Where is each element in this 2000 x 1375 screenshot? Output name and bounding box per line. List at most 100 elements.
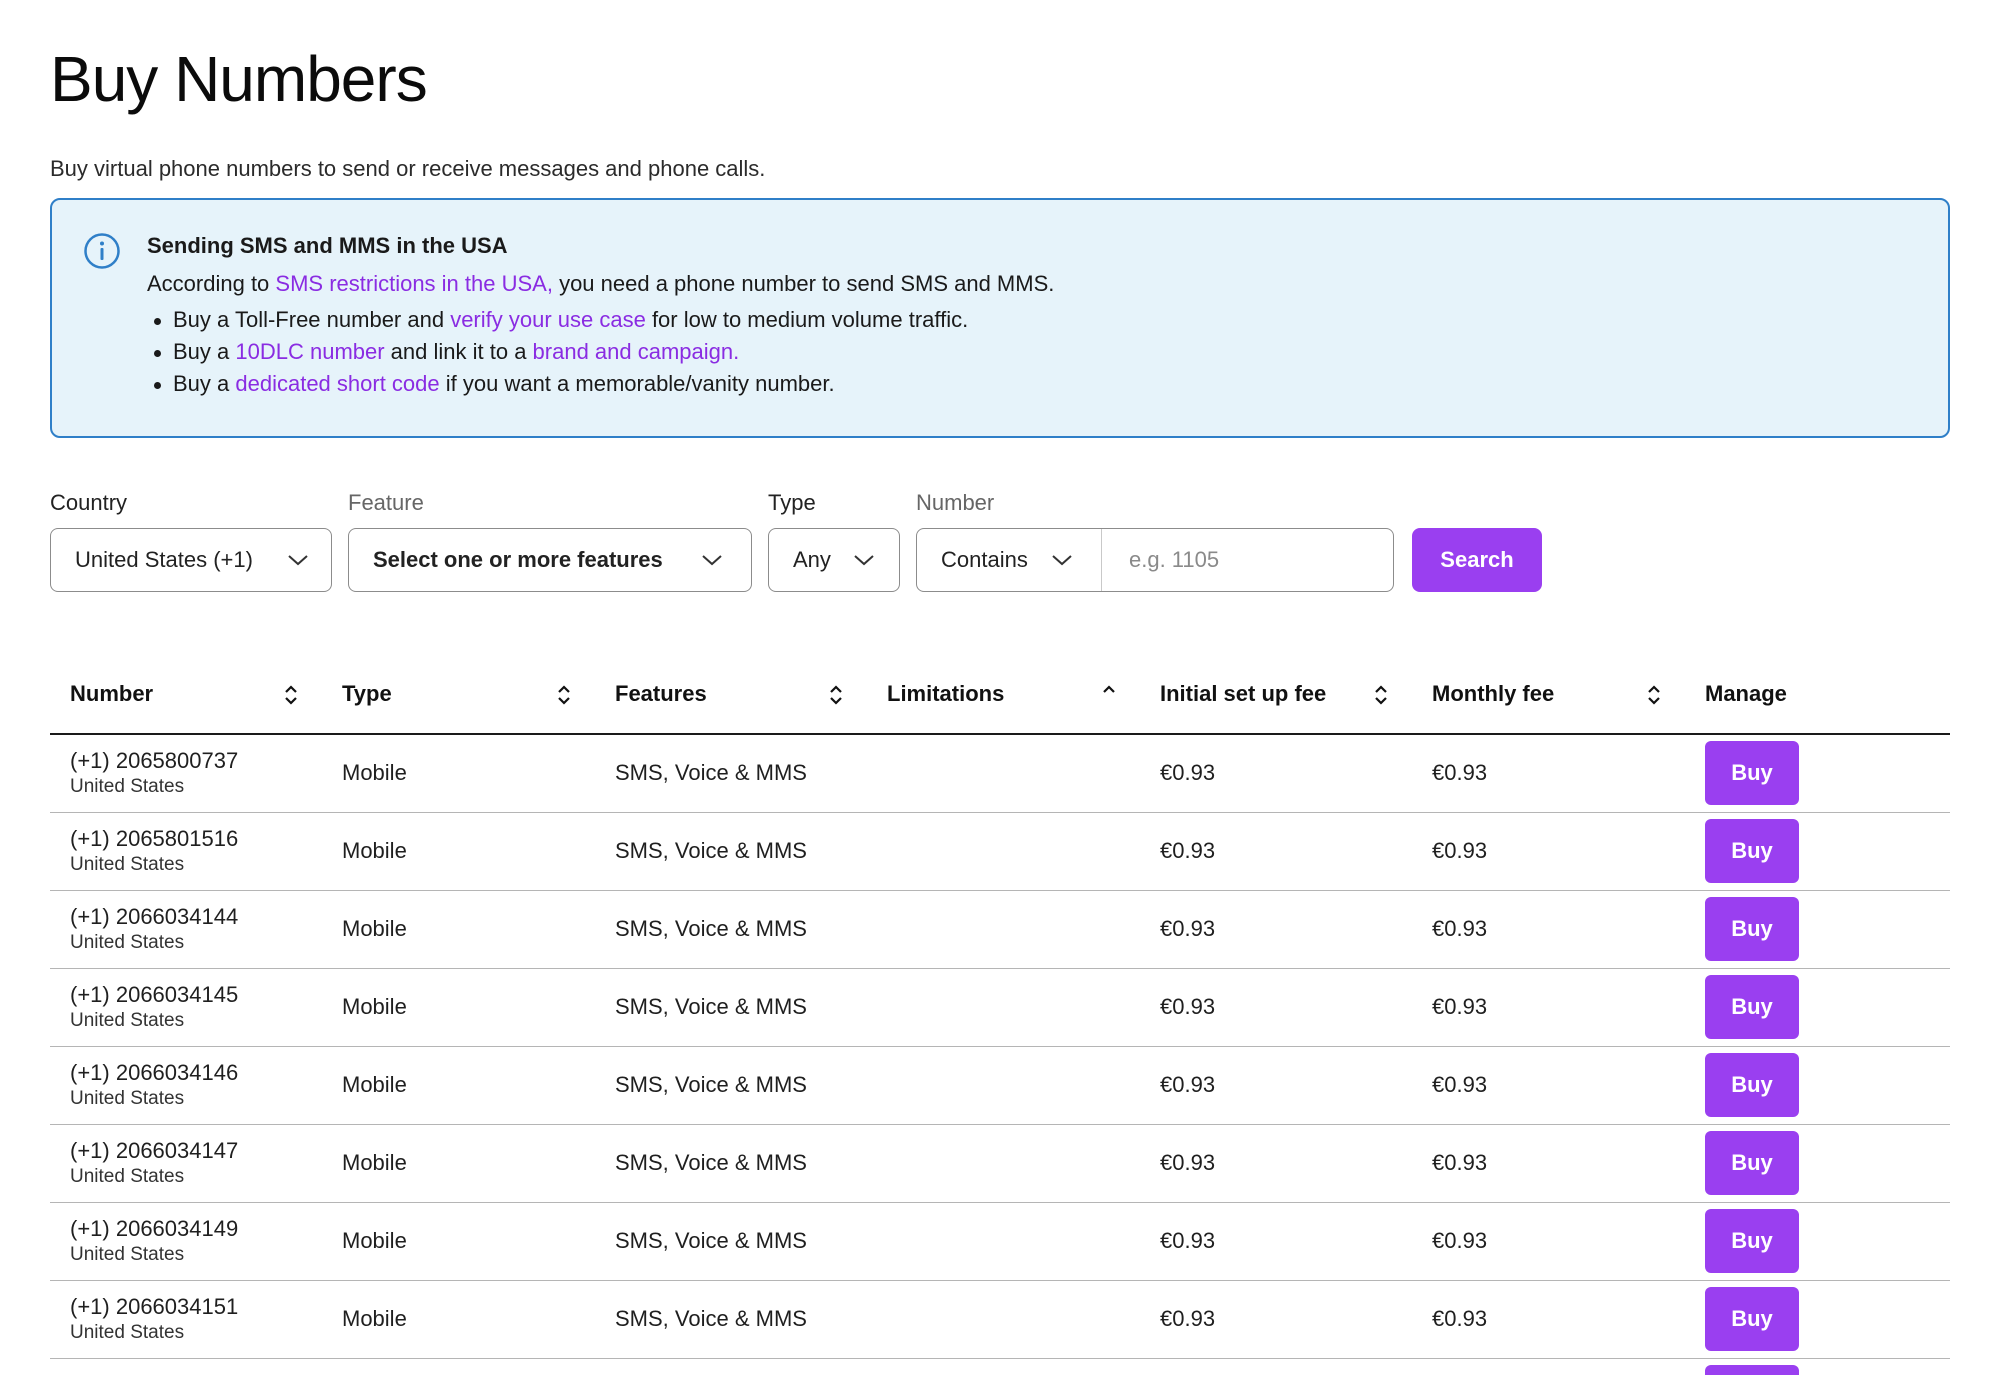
number-filter: Contains <box>916 528 1394 592</box>
column-header-limitations[interactable]: Limitations <box>867 655 1140 735</box>
cell-manage: Buy <box>1685 968 1950 1047</box>
alert-intro-text-end: you need a phone number to send SMS and … <box>552 271 1055 296</box>
sort-icon <box>830 685 842 705</box>
number-country: United States <box>70 854 185 875</box>
alert-bullet-10dlc: Buy a 10DLC number and link it to a bran… <box>147 336 1054 368</box>
alert-intro: According to SMS restrictions in the USA… <box>147 268 1054 300</box>
phone-number: (+1) 2066034153 <box>70 1371 322 1375</box>
cell-features: SMS, Voice & MMS <box>595 1124 867 1203</box>
country-select-value: United States (+1) <box>75 547 253 572</box>
header-label: Features <box>615 681 707 706</box>
cell-setup-fee: €0.93 <box>1140 1202 1412 1281</box>
feature-select-value: Select one or more features <box>373 547 663 572</box>
buy-button[interactable]: Buy <box>1705 1365 1799 1375</box>
alert-bullet-short-code: Buy a dedicated short code if you want a… <box>147 368 1054 400</box>
cell-limitations <box>867 812 1140 891</box>
cell-features: SMS, Voice & MMS <box>595 1202 867 1281</box>
sms-restrictions-link[interactable]: SMS restrictions in the USA, <box>275 271 553 296</box>
buy-button[interactable]: Buy <box>1705 975 1799 1039</box>
cell-features: SMS, Voice & MMS <box>595 968 867 1047</box>
number-search-input[interactable] <box>1103 529 1393 591</box>
sort-icon <box>558 685 570 705</box>
column-header-setup-fee[interactable]: Initial set up fee <box>1140 655 1412 735</box>
type-select[interactable]: Any <box>768 528 900 592</box>
phone-number: (+1) 2066034151 <box>70 1294 239 1319</box>
chevron-down-icon <box>702 555 722 566</box>
table-row: (+1) 2066034145 United States Mobile SMS, V… <box>50 968 1950 1047</box>
feature-select[interactable]: Select one or more features <box>348 528 752 592</box>
buy-button[interactable]: Buy <box>1705 1131 1799 1195</box>
column-header-number[interactable]: Number <box>50 655 322 735</box>
buy-button[interactable]: Buy <box>1705 897 1799 961</box>
cell-setup-fee: €0.93 <box>1140 1124 1412 1203</box>
phone-number: (+1) 2066034146 <box>70 1060 239 1085</box>
buy-button[interactable]: Buy <box>1705 741 1799 806</box>
cell-features: SMS, Voice & MMS <box>595 1358 867 1375</box>
cell-type: Mobile <box>322 890 595 969</box>
alert-body: Sending SMS and MMS in the USA According… <box>147 230 1054 400</box>
country-select[interactable]: United States (+1) <box>50 528 332 592</box>
buy-button[interactable]: Buy <box>1705 1287 1799 1351</box>
cell-type: Mobile <box>322 1280 595 1359</box>
phone-number: (+1) 2066034144 <box>70 904 239 929</box>
cell-limitations <box>867 1124 1140 1203</box>
table-row: (+1) 2066034146 United States Mobile SMS, V… <box>50 1046 1950 1125</box>
cell-setup-fee: €0.93 <box>1140 1280 1412 1359</box>
cell-manage: Buy <box>1685 890 1950 969</box>
cell-features: SMS, Voice & MMS <box>595 1280 867 1359</box>
column-header-monthly-fee[interactable]: Monthly fee <box>1412 655 1685 735</box>
chevron-down-icon <box>1052 555 1072 566</box>
cell-type: Mobile <box>322 1202 595 1281</box>
type-label: Type <box>768 490 816 515</box>
buy-button[interactable]: Buy <box>1705 1209 1799 1273</box>
cell-type: Mobile <box>322 812 595 891</box>
cell-number: (+1) 2066034147 United States <box>50 1124 322 1203</box>
number-match-select[interactable]: Contains <box>917 529 1102 591</box>
number-country: United States <box>70 1166 185 1187</box>
cell-monthly-fee: €0.93 <box>1412 1202 1685 1281</box>
alert-title: Sending SMS and MMS in the USA <box>147 233 508 258</box>
brand-and-campaign-link[interactable]: brand and campaign. <box>533 339 740 364</box>
bullet-text: Buy a <box>173 371 236 396</box>
cell-limitations <box>867 968 1140 1047</box>
alert-bullet-list: Buy a Toll-Free number and verify your u… <box>147 304 1054 400</box>
phone-number: (+1) 2066034147 <box>70 1138 239 1163</box>
sort-ascending-icon <box>1103 685 1115 693</box>
cell-manage: Buy <box>1685 734 1950 813</box>
buy-button[interactable]: Buy <box>1705 819 1799 883</box>
search-button[interactable]: Search <box>1412 528 1542 592</box>
cell-setup-fee: €0.93 <box>1140 734 1412 813</box>
cell-limitations <box>867 1280 1140 1359</box>
cell-number: (+1) 2066034146 United States <box>50 1046 322 1125</box>
10dlc-number-link[interactable]: 10DLC number <box>235 339 384 364</box>
cell-features: SMS, Voice & MMS <box>595 812 867 891</box>
cell-number: (+1) 2066034153United States <box>50 1358 322 1375</box>
search-filters: Country United States (+1) Feature Selec… <box>50 490 1950 600</box>
number-country: United States <box>70 776 185 798</box>
type-select-value: Any <box>793 547 831 572</box>
cell-monthly-fee: €0.93 <box>1412 968 1685 1047</box>
table-row: (+1) 2066034144 United States Mobile SMS, V… <box>50 890 1950 969</box>
bullet-text: Buy a Toll-Free number and <box>173 307 451 332</box>
cell-setup-fee: €0.93 <box>1140 1046 1412 1125</box>
verify-use-case-link[interactable]: verify your use case <box>450 307 646 332</box>
cell-monthly-fee: €0.93 <box>1412 1358 1685 1375</box>
dedicated-short-code-link[interactable]: dedicated short code <box>235 371 439 396</box>
number-country: United States <box>70 1088 185 1109</box>
cell-limitations <box>867 734 1140 813</box>
buy-button[interactable]: Buy <box>1705 1053 1799 1117</box>
number-country: United States <box>70 932 185 953</box>
cell-setup-fee: €0.93 <box>1140 968 1412 1047</box>
column-header-manage: Manage <box>1685 655 1950 735</box>
number-match-value: Contains <box>941 547 1028 572</box>
cell-monthly-fee: €0.93 <box>1412 1280 1685 1359</box>
cell-monthly-fee: €0.93 <box>1412 890 1685 969</box>
cell-features: SMS, Voice & MMS <box>595 890 867 969</box>
column-header-features[interactable]: Features <box>595 655 867 735</box>
header-label: Limitations <box>887 681 1005 706</box>
column-header-type[interactable]: Type <box>322 655 595 735</box>
number-country: United States <box>70 1244 185 1265</box>
table-row: (+1) 2065801516 United States Mobile SMS, V… <box>50 812 1950 891</box>
cell-limitations <box>867 890 1140 969</box>
cell-type: Mobile <box>322 734 595 813</box>
